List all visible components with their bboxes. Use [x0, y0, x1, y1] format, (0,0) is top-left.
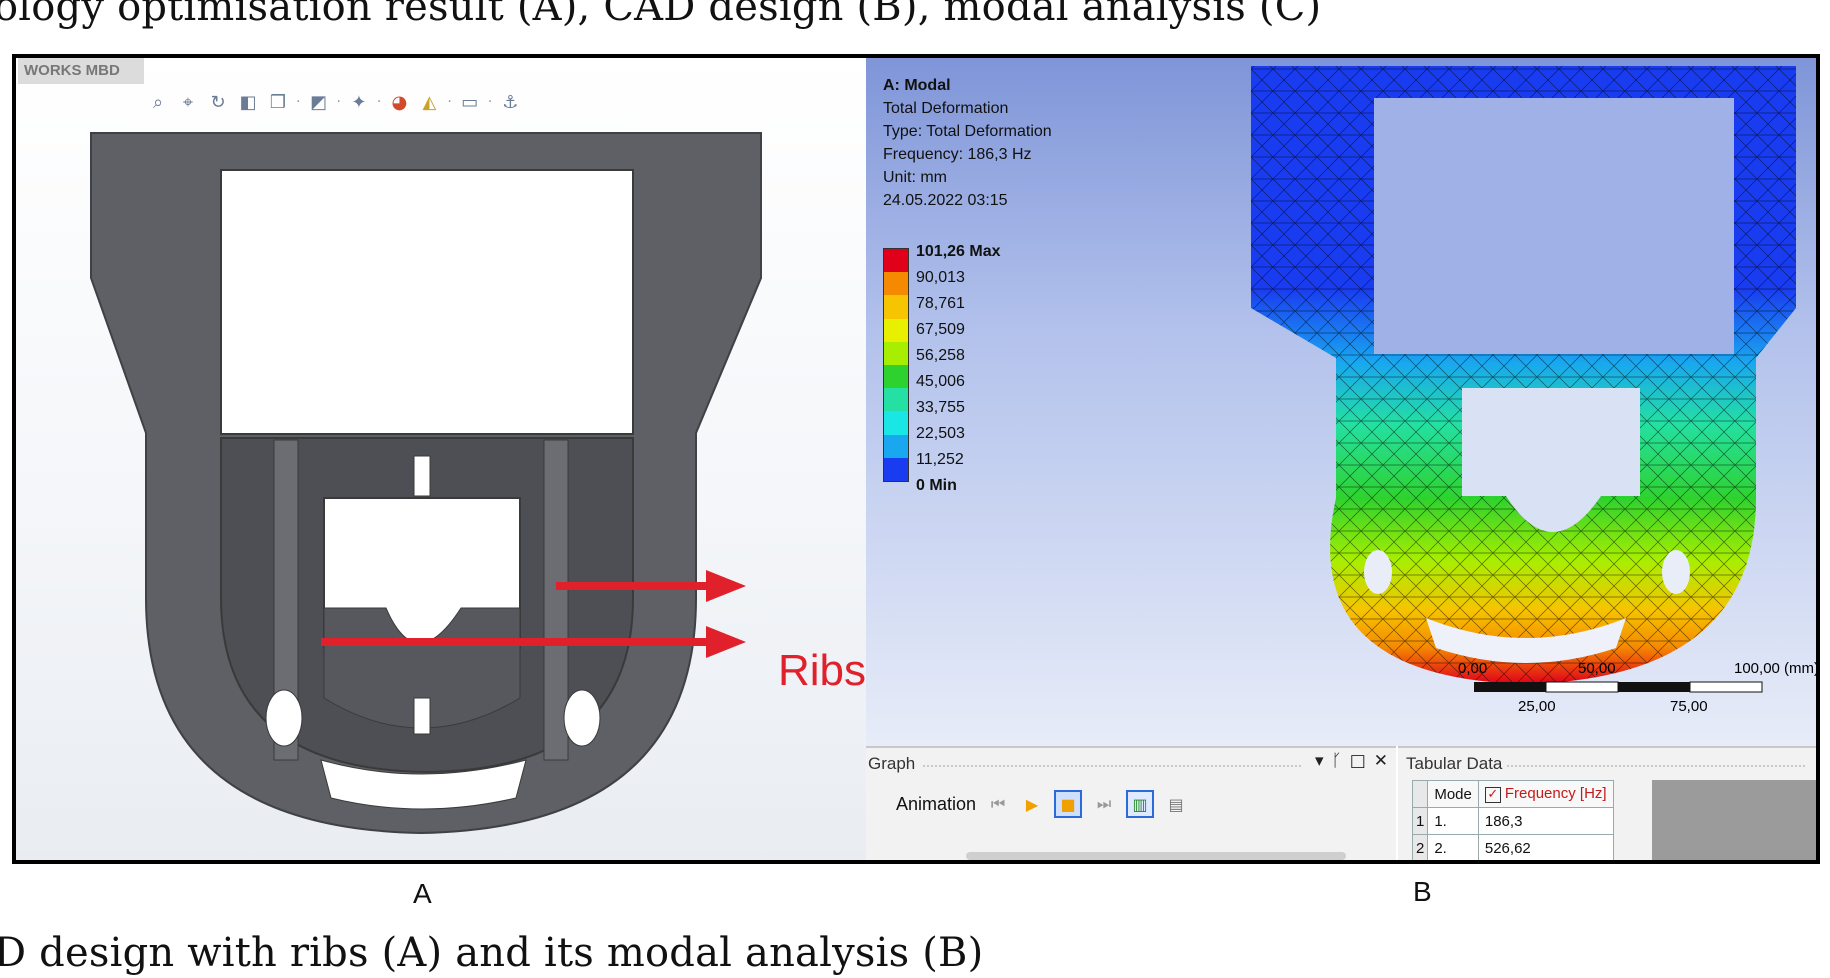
result-sets-icon[interactable]: ▤ [1164, 792, 1188, 816]
row-number: 2 [1411, 834, 1429, 860]
panel-label-a: A [413, 878, 432, 909]
ribs-annotation: Ribs [778, 646, 866, 695]
play-icon[interactable]: ▶ [1020, 792, 1044, 816]
pane-grip [922, 764, 1302, 768]
column-header-frequency[interactable]: ✓ Frequency [Hz] [1477, 780, 1614, 808]
part-window [220, 169, 634, 435]
figure-frame: WORKS MBD ⌕ ⌖ ↻ ◧ ❒ · ◩ · ✦ · ◕ ◭ · ▭ · … [12, 54, 1820, 864]
fea-mesh-model [1251, 66, 1796, 693]
distributed-frames-icon[interactable]: ▥ [1126, 790, 1155, 818]
row-number: 1 [1411, 807, 1429, 835]
part-slot-bottom [413, 697, 431, 735]
mesh-cutout-left [1364, 550, 1392, 594]
scale-bar-seg [1618, 682, 1690, 692]
table-header-row: Mode ✓ Frequency [Hz] [1411, 780, 1614, 808]
tabular-data-title: Tabular Data [1406, 754, 1503, 773]
scale-label: 25,00 [1518, 698, 1556, 715]
ribs-arrowhead-upper [706, 570, 746, 602]
scale-label: 50,00 [1578, 660, 1616, 677]
part-cutout-left [265, 689, 303, 747]
stop-icon[interactable]: ■ [1054, 790, 1083, 818]
pane-controls: ▾ ᚴ □ ✕ [1315, 751, 1388, 771]
mode-cell: 2. [1427, 834, 1479, 860]
graph-scrollbar[interactable] [966, 852, 1346, 860]
pane-grip [1506, 764, 1806, 768]
part-slot-top [413, 455, 431, 497]
graph-pane: Graph ▾ ᚴ □ ✕ Animation ⏮ ▶ ■ ⏭ ▥ ▤ [866, 746, 1396, 860]
animation-label: Animation [896, 793, 977, 814]
pane-menu-icon[interactable]: ▾ [1315, 751, 1324, 771]
maximize-icon[interactable]: □ [1350, 751, 1366, 771]
frequency-header-label: Frequency [Hz] [1504, 785, 1607, 802]
column-header-mode[interactable]: Mode [1427, 780, 1479, 808]
mesh-cutout-right [1662, 550, 1690, 594]
frequency-table: Mode ✓ Frequency [Hz] 1 1. 186,3 2 2. 526… [1411, 780, 1614, 860]
scale-label: 100,00 (mm) [1734, 660, 1820, 677]
ribs-arrowhead-lower [706, 626, 746, 658]
figure-caption-top: ology optimisation result (A), CAD desig… [0, 0, 1322, 30]
scale-label: 0,00 [1458, 660, 1488, 677]
animation-toolbar: Animation ⏮ ▶ ■ ⏭ ▥ ▤ [896, 790, 1188, 818]
pin-icon[interactable]: ᚴ [1331, 751, 1341, 771]
table-row[interactable]: 1 1. 186,3 [1411, 807, 1614, 835]
graph-pane-title: Graph [868, 754, 916, 773]
table-empty-area [1652, 780, 1816, 860]
next-frame-icon[interactable]: ⏭ [1092, 792, 1116, 816]
frequency-cell: 186,3 [1477, 807, 1614, 835]
scale-bar-seg [1474, 682, 1546, 692]
cad-part-drawing [90, 132, 762, 835]
table-corner [1411, 780, 1429, 808]
close-icon[interactable]: ✕ [1374, 751, 1388, 771]
figure-caption-bottom: D design with ribs (A) and its modal ana… [0, 930, 984, 976]
mode-cell: 1. [1427, 807, 1479, 835]
previous-frame-icon[interactable]: ⏮ [986, 792, 1010, 816]
cad-viewport[interactable]: WORKS MBD ⌕ ⌖ ↻ ◧ ❒ · ◩ · ✦ · ◕ ◭ · ▭ · … [16, 58, 866, 860]
mesh-centre-opening [1462, 388, 1640, 496]
tabular-data-pane: Tabular Data Mode ✓ Frequency [Hz] 1 1. 1… [1398, 746, 1816, 860]
scale-bar-seg [1689, 681, 1763, 693]
frequency-cell: 526,62 [1477, 834, 1614, 860]
fea-viewport[interactable]: A: Modal Total Deformation Type: Total D… [866, 58, 1820, 746]
part-cutout-right [563, 689, 601, 747]
scale-label: 75,00 [1670, 698, 1708, 715]
fea-panel: A: Modal Total Deformation Type: Total D… [866, 58, 1820, 860]
table-row[interactable]: 2 2. 526,62 [1411, 834, 1614, 860]
scale-bar-seg [1545, 681, 1619, 693]
panel-label-b: B [1413, 876, 1432, 907]
mesh-window [1374, 98, 1734, 354]
checkbox-icon[interactable]: ✓ [1484, 787, 1501, 803]
